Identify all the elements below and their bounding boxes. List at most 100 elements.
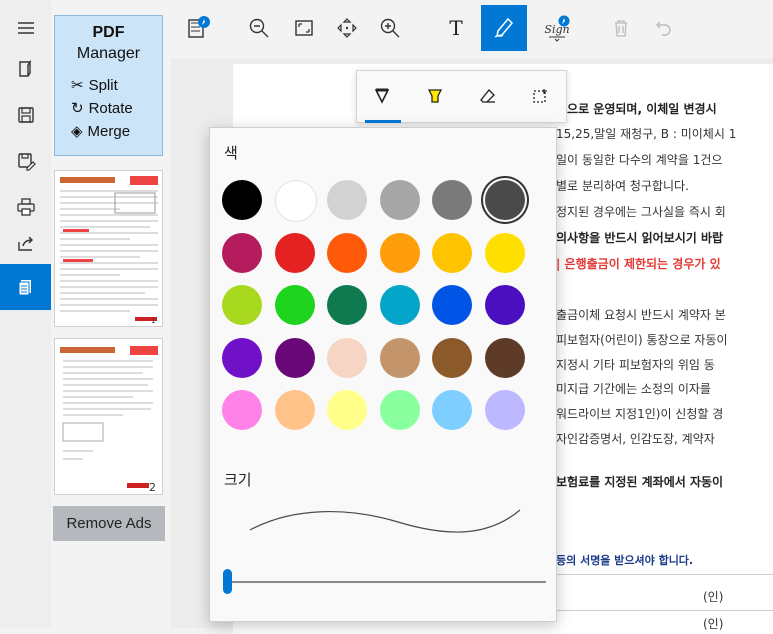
pen-type-highlighter[interactable]	[420, 81, 450, 111]
undo-button[interactable]	[641, 5, 687, 51]
fit-page-button[interactable]	[281, 5, 327, 51]
pages-icon	[18, 280, 31, 296]
save-icon	[17, 107, 34, 123]
document-text: 워드라이브 지정1인)이 신청할 경	[556, 407, 724, 421]
color-swatch[interactable]	[484, 180, 525, 220]
color-swatch[interactable]	[379, 180, 420, 220]
eraser-icon	[480, 89, 495, 103]
color-swatch[interactable]	[222, 390, 262, 430]
fit-page-icon	[295, 20, 313, 36]
toolbar: T Sign	[171, 0, 773, 58]
scissors-icon: ✂	[71, 77, 84, 94]
page-number: 1	[151, 317, 155, 325]
color-swatch[interactable]	[379, 337, 420, 378]
remove-ads-button[interactable]: Remove Ads	[53, 506, 165, 541]
merge-button[interactable]: ◈ Merge	[71, 120, 130, 142]
page-thumbnail[interactable]: 2	[54, 338, 163, 495]
zoom-out-icon	[249, 18, 269, 38]
document-text: 15,25,말일 재청구, B : 미이체시 1	[556, 127, 737, 141]
size-slider-track[interactable]	[228, 581, 546, 583]
color-swatch[interactable]	[432, 390, 472, 430]
page-thumbnail-panel: PDF Manager ✂ Split ↻ Rotate ◈ Merge 1 2…	[51, 0, 171, 628]
color-swatch[interactable]	[327, 285, 367, 325]
color-swatch[interactable]	[274, 180, 317, 222]
page-mode-button[interactable]	[175, 5, 221, 51]
color-swatch[interactable]	[274, 232, 315, 273]
color-swatch[interactable]	[327, 337, 367, 378]
pen-type-lasso[interactable]	[525, 81, 555, 111]
color-swatch[interactable]	[327, 180, 367, 220]
color-swatch[interactable]	[379, 232, 420, 273]
color-swatch[interactable]	[484, 337, 525, 378]
document-text: 미지급 기간에는 소정의 이자를	[556, 382, 711, 396]
color-swatch[interactable]	[432, 285, 472, 325]
pages-button[interactable]	[0, 264, 51, 310]
color-swatch[interactable]	[484, 390, 525, 430]
color-swatch[interactable]	[222, 180, 262, 220]
pen-type-bar	[356, 70, 567, 123]
pen-type-eraser[interactable]	[473, 81, 503, 111]
save-as-button[interactable]	[0, 138, 51, 184]
color-swatch[interactable]	[274, 285, 315, 325]
color-swatch[interactable]	[327, 390, 367, 430]
color-swatch[interactable]	[274, 337, 315, 378]
sign-label: Sign	[544, 22, 570, 36]
document-text: 별로 분리하여 청구합니다.	[556, 179, 689, 193]
document-text: 자인감증명서, 인감도장, 계약자	[556, 432, 715, 446]
pen-icon	[494, 17, 514, 38]
color-label: 색	[224, 144, 238, 162]
color-swatch[interactable]	[222, 285, 262, 325]
active-tool-indicator	[365, 120, 401, 123]
page-thumbnail[interactable]: 1	[54, 170, 163, 327]
page-number: 2	[149, 481, 156, 494]
color-swatch[interactable]	[327, 232, 367, 273]
merge-icon: ◈	[71, 123, 83, 140]
document-text: (인)	[703, 590, 724, 604]
color-swatch[interactable]	[432, 232, 472, 273]
undo-icon	[656, 21, 671, 36]
text-tool-button[interactable]: T	[433, 5, 479, 51]
color-swatch[interactable]	[484, 232, 525, 273]
pen-tool-button[interactable]	[481, 5, 527, 51]
document-text: 의사항을 반드시 읽어보시기 바랍	[556, 231, 724, 245]
pdf-manager-title: PDF	[92, 24, 125, 41]
pen-type-pen[interactable]	[367, 81, 397, 111]
document-text: | 은행출금이 제한되는 경우가 있	[556, 257, 721, 271]
save-as-icon	[17, 153, 36, 171]
menu-button[interactable]	[0, 5, 51, 51]
pen-icon	[374, 88, 390, 104]
open-file-button[interactable]	[0, 46, 51, 92]
pdf-manager-panel: PDF Manager ✂ Split ↻ Rotate ◈ Merge	[54, 15, 163, 156]
color-swatch[interactable]	[379, 285, 420, 325]
lasso-select-icon	[533, 89, 547, 103]
table-rule	[556, 610, 773, 611]
delete-button[interactable]	[598, 5, 644, 51]
color-swatch[interactable]	[222, 232, 262, 273]
pan-button[interactable]	[324, 5, 370, 51]
rotate-button[interactable]: ↻ Rotate	[71, 97, 133, 119]
zoom-in-icon	[380, 18, 400, 38]
color-swatch[interactable]	[432, 337, 472, 378]
zoom-in-button[interactable]	[367, 5, 413, 51]
color-swatch[interactable]	[274, 390, 315, 430]
color-swatch[interactable]	[222, 337, 262, 378]
share-button[interactable]	[0, 220, 51, 266]
document-text: 정지된 경우에는 그사실을 즉시 회	[556, 205, 726, 219]
chevron-down-icon	[549, 36, 565, 42]
split-button[interactable]: ✂ Split	[71, 74, 118, 96]
document-text: 식으로 운영되며, 이체일 변경시	[556, 102, 717, 116]
pdf-manager-subtitle: Manager	[76, 45, 141, 62]
save-button[interactable]	[0, 92, 51, 138]
open-file-icon	[18, 59, 31, 77]
highlighter-icon	[427, 89, 443, 103]
color-swatch[interactable]	[432, 180, 472, 220]
left-rail	[0, 0, 51, 628]
zoom-out-button[interactable]	[236, 5, 282, 51]
page-thumbnail-preview: 2	[60, 346, 158, 494]
document-text: 등의 서명을 받으셔야 합니다.	[556, 554, 694, 567]
color-swatch[interactable]	[484, 285, 525, 325]
share-icon	[17, 236, 33, 251]
size-slider-thumb[interactable]	[223, 569, 232, 594]
color-swatch[interactable]	[379, 390, 420, 430]
sign-button[interactable]: Sign	[534, 5, 580, 51]
